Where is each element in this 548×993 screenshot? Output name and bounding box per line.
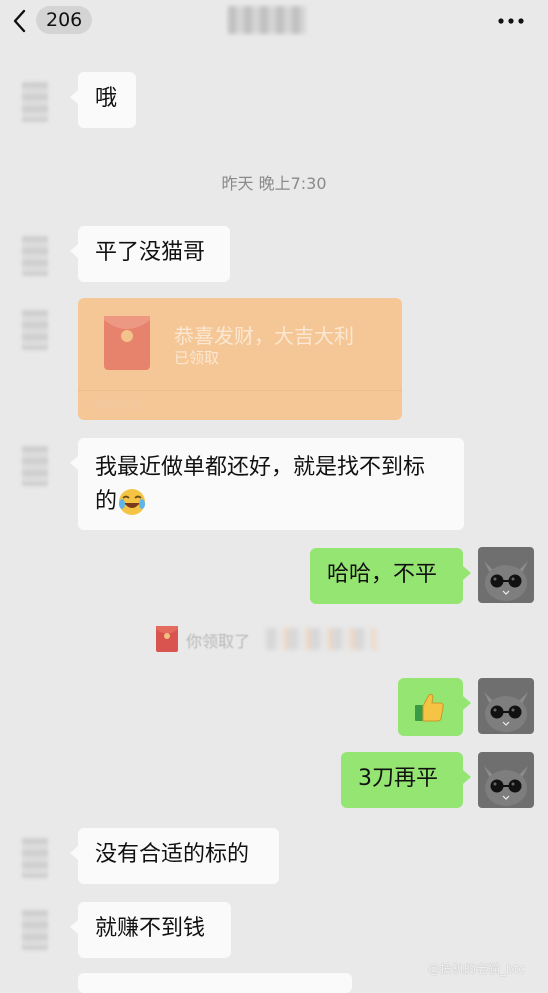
message-bubble-incoming[interactable]: 就赚不到钱 xyxy=(70,902,231,958)
cat-avatar-icon xyxy=(478,547,534,603)
thumbs-up-emoji xyxy=(415,693,444,722)
message-timestamp: 昨天 晚上7:30 xyxy=(221,174,327,193)
unread-count-badge[interactable]: 206 xyxy=(36,6,93,34)
avatar-self[interactable] xyxy=(478,678,534,734)
message-text: 平了没猫哥 xyxy=(95,240,206,265)
watermark: @投机的老猫_btc xyxy=(428,962,525,976)
message-bubble-outgoing[interactable] xyxy=(398,678,471,736)
message-bubble-incoming[interactable]: 没有合适的标的 xyxy=(70,828,279,884)
red-packet-status: 已领取 xyxy=(174,349,220,367)
notice-blurred-text xyxy=(266,628,376,650)
avatar[interactable] xyxy=(22,910,48,950)
chevron-left-icon[interactable] xyxy=(10,8,30,34)
red-packet-footer: 微信红包 xyxy=(94,397,143,411)
avatar-self[interactable] xyxy=(478,752,534,808)
avatar[interactable] xyxy=(22,446,48,486)
message-text: 3刀再平 xyxy=(358,766,438,791)
message-text: 就赚不到钱 xyxy=(95,916,206,941)
red-packet-card[interactable]: 恭喜发财，大吉大利 已领取 微信红包 xyxy=(78,298,402,420)
message-bubble-incoming-partial[interactable] xyxy=(78,973,352,993)
message-text-line: 我最近做单都还好，就是找不到标 xyxy=(95,455,426,480)
divider xyxy=(78,390,402,391)
more-dots-icon[interactable] xyxy=(498,18,524,24)
red-envelope-icon xyxy=(156,626,178,652)
red-packet-received-notice: 你领取了 xyxy=(156,624,386,654)
avatar-self[interactable] xyxy=(478,547,534,603)
message-bubble-outgoing[interactable]: 3刀再平 xyxy=(341,752,471,808)
chat-header: 206 xyxy=(0,0,548,48)
avatar[interactable] xyxy=(22,310,48,350)
avatar[interactable] xyxy=(22,236,48,276)
avatar[interactable] xyxy=(22,82,48,122)
tears-of-joy-emoji xyxy=(119,489,146,515)
message-text-line: 的 xyxy=(95,489,118,514)
red-envelope-icon xyxy=(104,316,150,370)
avatar[interactable] xyxy=(22,838,48,878)
notice-text: 你领取了 xyxy=(186,632,251,651)
message-text: 哈哈，不平 xyxy=(327,562,438,587)
red-packet-title: 恭喜发财，大吉大利 xyxy=(174,324,354,348)
cat-avatar-icon xyxy=(478,678,534,734)
message-bubble-incoming[interactable]: 我最近做单都还好，就是找不到标 的 xyxy=(70,438,464,530)
message-bubble-outgoing[interactable]: 哈哈，不平 xyxy=(310,548,471,604)
message-text: 哦 xyxy=(95,86,118,111)
message-bubble-incoming[interactable]: 哦 xyxy=(70,72,136,128)
cat-avatar-icon xyxy=(478,752,534,808)
chat-title-blurred xyxy=(228,6,306,34)
message-bubble-incoming[interactable]: 平了没猫哥 xyxy=(70,226,230,282)
message-text: 没有合适的标的 xyxy=(95,842,250,867)
